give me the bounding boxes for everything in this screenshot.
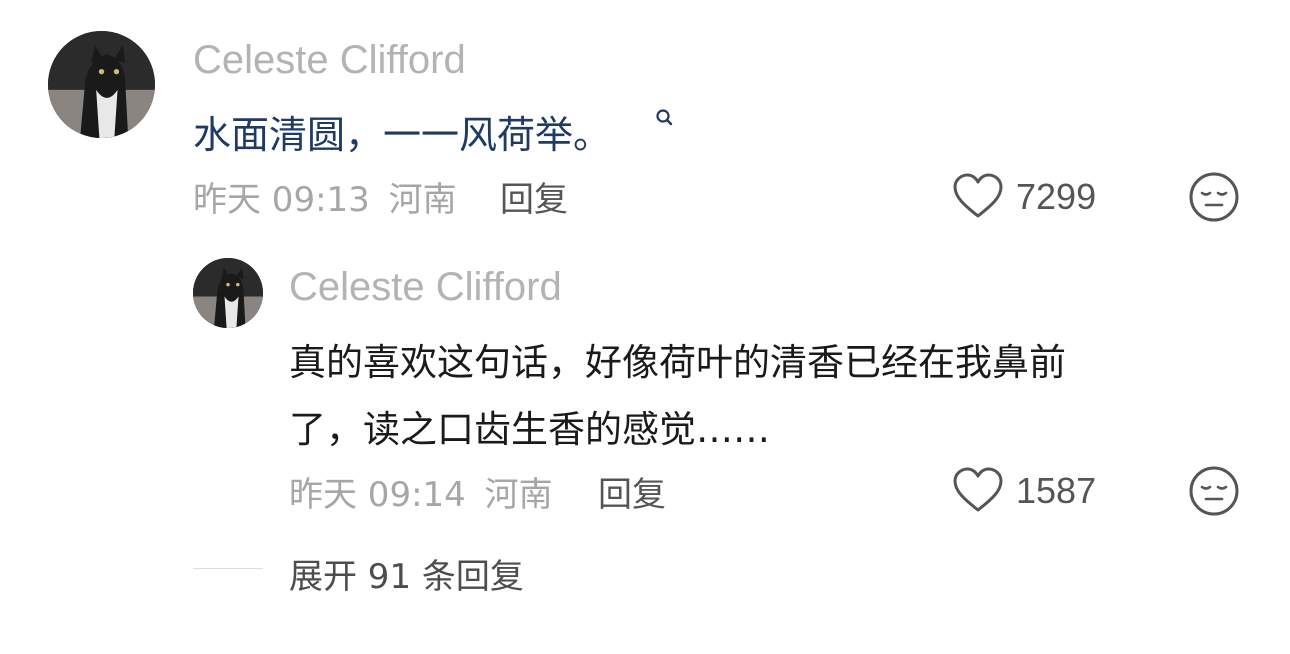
reply-button[interactable]: 回复 — [500, 172, 568, 221]
reply-like-count: 1587 — [1016, 470, 1097, 511]
comment-text: 水面清圆，一一风荷举。 — [193, 113, 612, 157]
reply-avatar[interactable] — [193, 258, 263, 328]
reply-like-heart-icon[interactable] — [952, 467, 1004, 513]
reply-location: 河南 — [484, 475, 553, 515]
reply-reply-button[interactable]: 回复 — [598, 467, 666, 516]
expand-divider — [193, 568, 263, 569]
dislike-face-icon[interactable] — [1188, 171, 1240, 223]
like-count: 7299 — [1016, 176, 1097, 217]
search-icon[interactable] — [655, 108, 675, 128]
reply-content-line2[interactable]: 了，读之口齿生香的感觉…… — [289, 399, 770, 453]
reply-dislike-face-icon[interactable] — [1188, 465, 1240, 517]
comment-meta: 昨天 09:13 河南 — [193, 172, 457, 221]
comment-content[interactable]: 水面清圆，一一风荷举。 — [193, 104, 611, 159]
comment-author[interactable]: Celeste Clifford — [193, 38, 466, 83]
comment-time: 昨天 09:13 — [193, 180, 370, 220]
reply-author[interactable]: Celeste Clifford — [289, 265, 562, 310]
like-heart-icon[interactable] — [952, 173, 1004, 219]
comment-location: 河南 — [388, 180, 457, 220]
reply-content-line1[interactable]: 真的喜欢这句话，好像荷叶的清香已经在我鼻前 — [289, 332, 1066, 386]
avatar[interactable] — [48, 31, 155, 138]
reply-time: 昨天 09:14 — [289, 475, 466, 515]
reply-meta: 昨天 09:14 河南 — [289, 467, 553, 516]
expand-replies-button[interactable]: 展开 91 条回复 — [289, 549, 524, 598]
